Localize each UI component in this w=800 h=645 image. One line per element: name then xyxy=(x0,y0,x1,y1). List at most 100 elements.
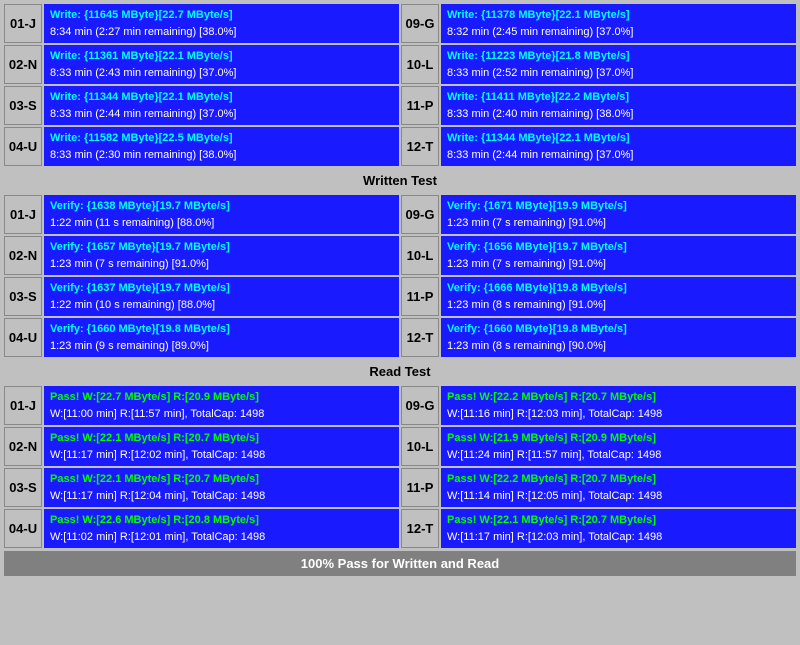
cell-content-left: Write: {11645 MByte}[22.7 MByte/s] 8:34 … xyxy=(44,4,399,43)
cell-line2-left: W:[11:17 min] R:[12:04 min], TotalCap: 1… xyxy=(50,488,393,505)
cell-id-right: 11-P xyxy=(401,468,439,507)
cell-content-left: Verify: {1637 MByte}[19.7 MByte/s] 1:22 … xyxy=(44,277,399,316)
cell-content-right: Verify: {1656 MByte}[19.7 MByte/s] 1:23 … xyxy=(441,236,796,275)
cell-content-left: Pass! W:[22.1 MByte/s] R:[20.7 MByte/s] … xyxy=(44,427,399,466)
cell-line2-right: W:[11:14 min] R:[12:05 min], TotalCap: 1… xyxy=(447,488,790,505)
cell-line1-left: Write: {11361 MByte}[22.1 MByte/s] xyxy=(50,48,393,65)
cell-line1-left: Pass! W:[22.6 MByte/s] R:[20.8 MByte/s] xyxy=(50,512,393,529)
cell-id-left: 01-J xyxy=(4,4,42,43)
cell-id-left: 03-S xyxy=(4,86,42,125)
cell-id-right: 10-L xyxy=(401,45,439,84)
cell-content-left: Write: {11344 MByte}[22.1 MByte/s] 8:33 … xyxy=(44,86,399,125)
main-container: 01-J Write: {11645 MByte}[22.7 MByte/s] … xyxy=(0,0,800,580)
cell-id-right: 10-L xyxy=(401,427,439,466)
cell-id-left: 03-S xyxy=(4,468,42,507)
table-row: 02-N Write: {11361 MByte}[22.1 MByte/s] … xyxy=(4,45,796,84)
cell-content-left: Verify: {1638 MByte}[19.7 MByte/s] 1:22 … xyxy=(44,195,399,234)
cell-line2-left: 1:23 min (9 s remaining) [89.0%] xyxy=(50,338,393,355)
cell-content-right: Pass! W:[22.2 MByte/s] R:[20.7 MByte/s] … xyxy=(441,468,796,507)
cell-content-right: Pass! W:[22.2 MByte/s] R:[20.7 MByte/s] … xyxy=(441,386,796,425)
cell-content-right: Write: {11223 MByte}[21.8 MByte/s] 8:33 … xyxy=(441,45,796,84)
cell-content-right: Pass! W:[21.9 MByte/s] R:[20.9 MByte/s] … xyxy=(441,427,796,466)
cell-id-right: 09-G xyxy=(401,386,439,425)
cell-line2-left: 8:33 min (2:43 min remaining) [37.0%] xyxy=(50,65,393,82)
table-row: 01-J Write: {11645 MByte}[22.7 MByte/s] … xyxy=(4,4,796,43)
table-row: 04-U Pass! W:[22.6 MByte/s] R:[20.8 MByt… xyxy=(4,509,796,548)
bottom-status-text: 100% Pass for Written and Read xyxy=(301,556,499,571)
cell-line1-left: Pass! W:[22.1 MByte/s] R:[20.7 MByte/s] xyxy=(50,430,393,447)
cell-line2-left: 8:33 min (2:44 min remaining) [37.0%] xyxy=(50,106,393,123)
cell-id-left: 03-S xyxy=(4,277,42,316)
cell-line1-left: Write: {11645 MByte}[22.7 MByte/s] xyxy=(50,7,393,24)
cell-line2-right: 1:23 min (7 s remaining) [91.0%] xyxy=(447,215,790,232)
cell-content-left: Write: {11361 MByte}[22.1 MByte/s] 8:33 … xyxy=(44,45,399,84)
cell-content-right: Write: {11344 MByte}[22.1 MByte/s] 8:33 … xyxy=(441,127,796,166)
cell-line1-left: Verify: {1638 MByte}[19.7 MByte/s] xyxy=(50,198,393,215)
cell-id-right: 10-L xyxy=(401,236,439,275)
cell-content-right: Write: {11411 MByte}[22.2 MByte/s] 8:33 … xyxy=(441,86,796,125)
cell-line2-left: 8:34 min (2:27 min remaining) [38.0%] xyxy=(50,24,393,41)
cell-id-left: 04-U xyxy=(4,127,42,166)
cell-line2-left: 1:22 min (11 s remaining) [88.0%] xyxy=(50,215,393,232)
cell-content-left: Write: {11582 MByte}[22.5 MByte/s] 8:33 … xyxy=(44,127,399,166)
cell-line2-right: W:[11:17 min] R:[12:03 min], TotalCap: 1… xyxy=(447,529,790,546)
cell-id-left: 02-N xyxy=(4,236,42,275)
cell-line1-left: Verify: {1657 MByte}[19.7 MByte/s] xyxy=(50,239,393,256)
cell-content-left: Verify: {1657 MByte}[19.7 MByte/s] 1:23 … xyxy=(44,236,399,275)
cell-id-left: 04-U xyxy=(4,318,42,357)
cell-line1-left: Pass! W:[22.1 MByte/s] R:[20.7 MByte/s] xyxy=(50,471,393,488)
cell-id-right: 12-T xyxy=(401,318,439,357)
cell-id-right: 09-G xyxy=(401,195,439,234)
cell-line1-right: Verify: {1656 MByte}[19.7 MByte/s] xyxy=(447,239,790,256)
cell-line1-right: Write: {11344 MByte}[22.1 MByte/s] xyxy=(447,130,790,147)
cell-line2-right: 1:23 min (8 s remaining) [91.0%] xyxy=(447,297,790,314)
read-test-label: Read Test xyxy=(369,364,430,379)
cell-id-right: 12-T xyxy=(401,509,439,548)
cell-line1-right: Verify: {1660 MByte}[19.8 MByte/s] xyxy=(447,321,790,338)
cell-line2-left: W:[11:02 min] R:[12:01 min], TotalCap: 1… xyxy=(50,529,393,546)
read-rows: 01-J Pass! W:[22.7 MByte/s] R:[20.9 MByt… xyxy=(4,386,796,548)
cell-line2-right: 8:33 min (2:40 min remaining) [38.0%] xyxy=(447,106,790,123)
cell-line2-left: W:[11:00 min] R:[11:57 min], TotalCap: 1… xyxy=(50,406,393,423)
cell-id-left: 01-J xyxy=(4,386,42,425)
cell-id-right: 09-G xyxy=(401,4,439,43)
cell-line1-right: Pass! W:[22.2 MByte/s] R:[20.7 MByte/s] xyxy=(447,471,790,488)
cell-line1-right: Verify: {1671 MByte}[19.9 MByte/s] xyxy=(447,198,790,215)
cell-line2-right: W:[11:16 min] R:[12:03 min], TotalCap: 1… xyxy=(447,406,790,423)
cell-line1-right: Pass! W:[22.1 MByte/s] R:[20.7 MByte/s] xyxy=(447,512,790,529)
cell-line1-right: Pass! W:[21.9 MByte/s] R:[20.9 MByte/s] xyxy=(447,430,790,447)
table-row: 02-N Verify: {1657 MByte}[19.7 MByte/s] … xyxy=(4,236,796,275)
cell-line1-left: Write: {11582 MByte}[22.5 MByte/s] xyxy=(50,130,393,147)
cell-line2-right: 8:33 min (2:44 min remaining) [37.0%] xyxy=(447,147,790,164)
cell-line2-right: W:[11:24 min] R:[11:57 min], TotalCap: 1… xyxy=(447,447,790,464)
written-test-label: Written Test xyxy=(363,173,437,188)
cell-content-right: Verify: {1666 MByte}[19.8 MByte/s] 1:23 … xyxy=(441,277,796,316)
cell-id-left: 02-N xyxy=(4,45,42,84)
read-section: 01-J Pass! W:[22.7 MByte/s] R:[20.9 MByt… xyxy=(4,386,796,548)
table-row: 04-U Verify: {1660 MByte}[19.8 MByte/s] … xyxy=(4,318,796,357)
cell-line1-right: Verify: {1666 MByte}[19.8 MByte/s] xyxy=(447,280,790,297)
cell-line2-left: 1:22 min (10 s remaining) [88.0%] xyxy=(50,297,393,314)
cell-line2-left: 8:33 min (2:30 min remaining) [38.0%] xyxy=(50,147,393,164)
bottom-status-bar: 100% Pass for Written and Read xyxy=(4,551,796,576)
cell-id-right: 12-T xyxy=(401,127,439,166)
cell-line1-left: Verify: {1660 MByte}[19.8 MByte/s] xyxy=(50,321,393,338)
cell-line2-right: 8:33 min (2:52 min remaining) [37.0%] xyxy=(447,65,790,82)
cell-line1-right: Write: {11378 MByte}[22.1 MByte/s] xyxy=(447,7,790,24)
cell-content-left: Pass! W:[22.1 MByte/s] R:[20.7 MByte/s] … xyxy=(44,468,399,507)
read-test-divider: Read Test xyxy=(4,360,796,383)
cell-line2-right: 8:32 min (2:45 min remaining) [37.0%] xyxy=(447,24,790,41)
cell-content-left: Verify: {1660 MByte}[19.8 MByte/s] 1:23 … xyxy=(44,318,399,357)
cell-id-left: 02-N xyxy=(4,427,42,466)
cell-line1-left: Write: {11344 MByte}[22.1 MByte/s] xyxy=(50,89,393,106)
cell-content-left: Pass! W:[22.6 MByte/s] R:[20.8 MByte/s] … xyxy=(44,509,399,548)
cell-line2-right: 1:23 min (8 s remaining) [90.0%] xyxy=(447,338,790,355)
cell-line2-left: 1:23 min (7 s remaining) [91.0%] xyxy=(50,256,393,273)
cell-content-right: Verify: {1660 MByte}[19.8 MByte/s] 1:23 … xyxy=(441,318,796,357)
cell-content-right: Write: {11378 MByte}[22.1 MByte/s] 8:32 … xyxy=(441,4,796,43)
write-rows: 01-J Write: {11645 MByte}[22.7 MByte/s] … xyxy=(4,4,796,166)
table-row: 03-S Pass! W:[22.1 MByte/s] R:[20.7 MByt… xyxy=(4,468,796,507)
cell-line1-right: Write: {11223 MByte}[21.8 MByte/s] xyxy=(447,48,790,65)
cell-line1-left: Verify: {1637 MByte}[19.7 MByte/s] xyxy=(50,280,393,297)
cell-id-left: 01-J xyxy=(4,195,42,234)
